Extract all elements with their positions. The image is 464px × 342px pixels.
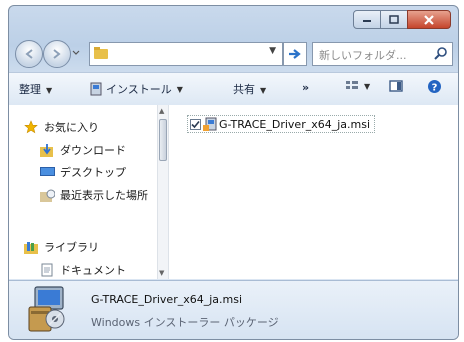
view-grid-icon [346, 81, 358, 89]
folder-icon [94, 47, 108, 59]
details-pane: G-TRACE_Driver_x64_ja.msi Windows インストーラ… [9, 280, 458, 339]
arrow-right-icon [289, 49, 301, 59]
explorer-window: ▼ 新しいフォルダ... 整理 ▼ インストール ▼ 共有 ▼ » ▼ ? お気… [8, 5, 459, 340]
nav-recent-label: 最近表示した場所 [60, 189, 148, 202]
content-area: お気に入り ダウンロード デスクトップ 最近表示した場所 ライブラリ ドキュメン… [9, 105, 458, 279]
details-file-type: Windows インストーラー パッケージ [91, 316, 279, 329]
address-dropdown-icon[interactable]: ▼ [269, 46, 276, 56]
organize-menu[interactable]: 整理 ▼ [19, 81, 52, 97]
install-label: インストール [106, 83, 172, 96]
search-icon [434, 47, 447, 60]
help-button[interactable]: ? [427, 79, 442, 97]
forward-arrow-icon [53, 49, 61, 59]
nav-libraries-label: ライブラリ [44, 241, 99, 254]
share-menu[interactable]: 共有 ▼ [233, 81, 266, 97]
back-button[interactable] [15, 40, 43, 68]
documents-icon [41, 263, 52, 277]
view-options-button[interactable]: ▼ [345, 79, 370, 93]
msi-installer-icon [203, 117, 217, 131]
back-arrow-icon [25, 49, 33, 59]
recent-places-icon [39, 189, 55, 202]
minimize-button[interactable] [353, 10, 381, 29]
nav-libraries[interactable]: ライブラリ [23, 239, 99, 255]
scroll-down-arrow[interactable]: ▼ [159, 269, 164, 277]
help-icon: ? [428, 80, 441, 94]
desktop-icon [39, 167, 55, 176]
preview-pane-button[interactable] [389, 80, 403, 95]
nav-favorites-label: お気に入り [44, 121, 99, 134]
installer-icon [90, 82, 102, 96]
recent-pages-button[interactable] [71, 40, 81, 66]
forward-button[interactable] [43, 40, 71, 68]
maximize-button[interactable] [380, 10, 408, 29]
file-name: G-TRACE_Driver_x64_ja.msi [219, 117, 371, 131]
more-commands-button[interactable]: » [302, 81, 309, 94]
svg-text:?: ? [432, 83, 438, 94]
nav-favorites[interactable]: お気に入り [23, 119, 99, 135]
organize-label: 整理 [19, 83, 41, 96]
command-bar: 整理 ▼ インストール ▼ 共有 ▼ » ▼ ? [9, 72, 458, 106]
caption-buttons [353, 10, 451, 29]
nav-download[interactable]: ダウンロード [39, 142, 126, 158]
navigation-pane: お気に入り ダウンロード デスクトップ 最近表示した場所 ライブラリ ドキュメン… [9, 105, 157, 279]
chevron-down-icon [72, 50, 80, 55]
go-button[interactable] [283, 42, 307, 66]
nav-desktop[interactable]: デスクトップ [39, 164, 126, 180]
nav-scrollbar[interactable]: ▲ ▼ [157, 105, 169, 279]
nav-documents-label: ドキュメント [60, 264, 126, 277]
file-item[interactable]: G-TRACE_Driver_x64_ja.msi [187, 115, 376, 133]
scroll-up-arrow[interactable]: ▲ [159, 107, 164, 115]
share-label: 共有 [233, 83, 255, 96]
nav-documents[interactable]: ドキュメント [39, 262, 126, 278]
search-placeholder: 新しいフォルダ... [319, 49, 407, 62]
close-button[interactable] [407, 10, 451, 29]
nav-download-label: ダウンロード [60, 144, 126, 157]
msi-package-large-icon [28, 286, 65, 332]
details-file-name: G-TRACE_Driver_x64_ja.msi [91, 293, 243, 306]
libraries-icon [23, 241, 38, 254]
minimize-icon [363, 19, 371, 22]
install-menu[interactable]: インストール ▼ [89, 81, 183, 97]
preview-pane-icon [389, 80, 403, 92]
star-icon [24, 120, 38, 134]
search-input[interactable]: 新しいフォルダ... [312, 42, 453, 66]
maximize-icon [389, 15, 399, 24]
more-label: » [302, 81, 310, 94]
close-icon [424, 14, 434, 25]
scroll-thumb[interactable] [159, 119, 167, 161]
address-row: ▼ 新しいフォルダ... [9, 38, 458, 70]
checkbox-checked-icon[interactable] [190, 118, 201, 130]
nav-recent[interactable]: 最近表示した場所 [39, 187, 148, 203]
address-bar[interactable]: ▼ [89, 42, 283, 66]
nav-desktop-label: デスクトップ [60, 166, 126, 179]
download-folder-icon [40, 143, 53, 157]
